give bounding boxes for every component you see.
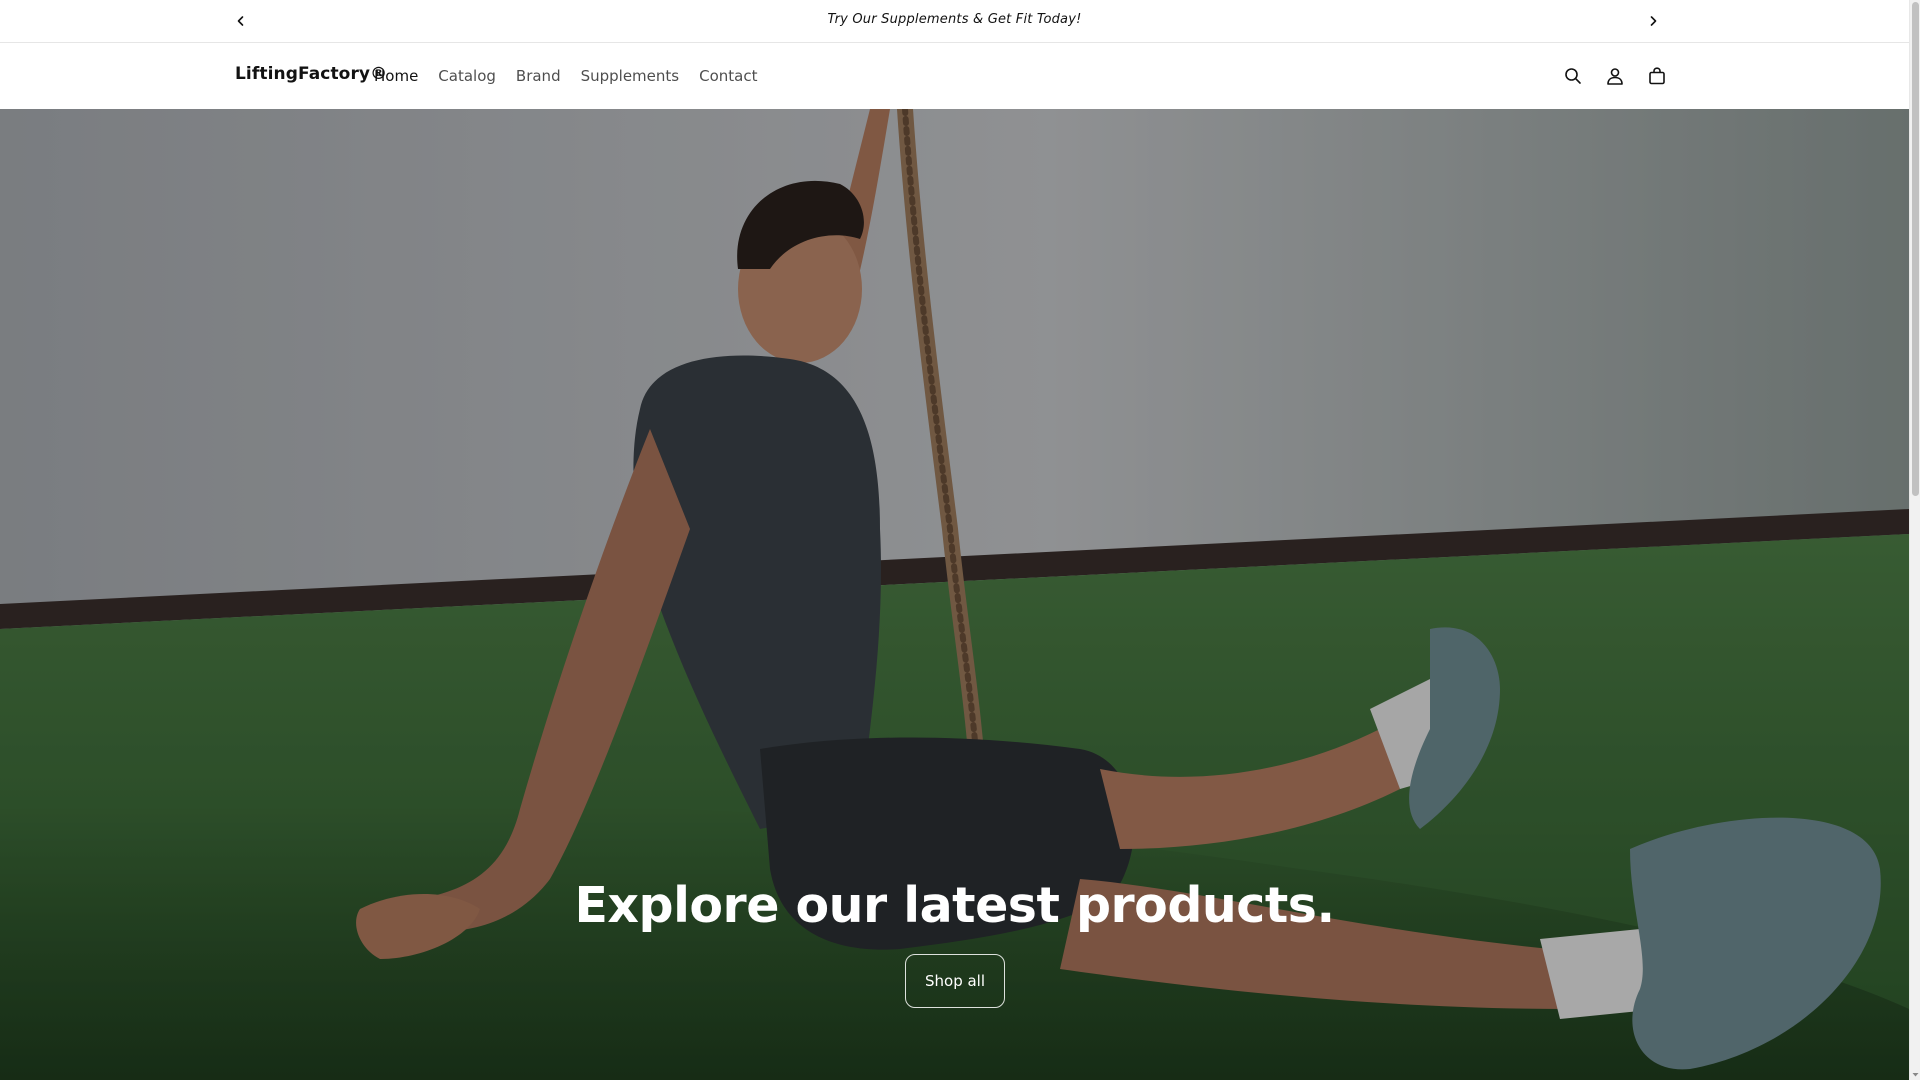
announcement-next-button[interactable] xyxy=(1641,9,1665,33)
hero-overlay xyxy=(0,109,1909,1080)
account-icon xyxy=(1607,68,1623,85)
hero-heading: Explore our latest products. xyxy=(574,877,1335,934)
site-logo[interactable]: LiftingFactory® xyxy=(235,64,387,84)
main-nav: Home Catalog Brand Supplements Contact xyxy=(374,67,777,85)
nav-item-brand[interactable]: Brand xyxy=(516,67,561,85)
nav-item-contact[interactable]: Contact xyxy=(699,67,757,85)
page-scrollbar[interactable] xyxy=(1909,0,1920,1080)
scroll-down-arrow-icon[interactable] xyxy=(1912,1071,1919,1078)
nav-item-supplements[interactable]: Supplements xyxy=(581,67,680,85)
search-button[interactable] xyxy=(1561,64,1585,88)
site-header: LiftingFactory® Home Catalog Brand Suppl… xyxy=(0,43,1909,109)
account-button[interactable] xyxy=(1603,64,1627,88)
announcement-text[interactable]: Try Our Supplements & Get Fit Today! xyxy=(0,12,1909,27)
header-icons xyxy=(1561,64,1687,88)
hero-banner: Explore our latest products. Shop all xyxy=(0,109,1909,1080)
page: Try Our Supplements & Get Fit Today! Lif… xyxy=(0,0,1920,1080)
nav-item-catalog[interactable]: Catalog xyxy=(438,67,496,85)
nav-item-home[interactable]: Home xyxy=(374,67,418,85)
announcement-bar: Try Our Supplements & Get Fit Today! xyxy=(0,0,1909,43)
shop-all-button[interactable]: Shop all xyxy=(905,954,1005,1008)
search-icon xyxy=(1565,68,1581,84)
cart-button[interactable] xyxy=(1645,64,1669,88)
chevron-right-icon xyxy=(1650,16,1657,26)
scrollbar-thumb[interactable] xyxy=(1912,2,1919,496)
cart-icon xyxy=(1649,67,1665,85)
